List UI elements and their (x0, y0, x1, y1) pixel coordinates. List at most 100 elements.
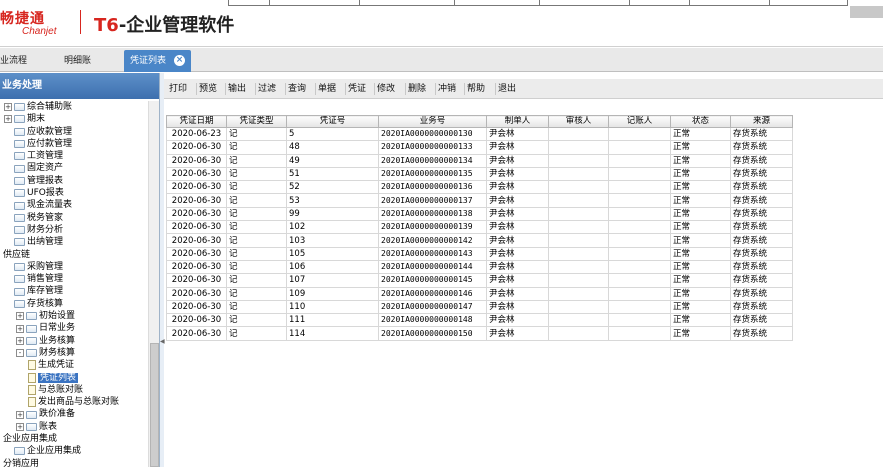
tree-item[interactable]: + 业务核算 (0, 335, 148, 347)
table-cell: 尹会林 (486, 154, 549, 168)
column-header[interactable]: 状态 (670, 115, 731, 128)
table-cell: 2020-06-30 (166, 273, 227, 288)
tree-item[interactable]: 企业应用集成 (0, 433, 148, 445)
pane-splitter[interactable] (160, 73, 164, 467)
scrollbar-thumb[interactable] (150, 343, 159, 467)
expand-icon[interactable]: + (16, 410, 24, 419)
expand-icon[interactable]: + (4, 115, 12, 124)
collapse-arrow-icon[interactable]: ◀ (160, 338, 165, 346)
toolbar-button[interactable]: 查询 (288, 82, 306, 96)
tab-detail-ledger[interactable]: 明细账 (64, 50, 91, 72)
table-row[interactable]: 2020-06-30 记 106 2020IA0000000000144 尹会林 正常 存货… (166, 260, 793, 275)
table-cell: 尹会林 (486, 140, 549, 155)
tree-item[interactable]: + 账表 (0, 421, 148, 433)
table-cell (608, 273, 671, 288)
collapse-icon[interactable]: - (16, 349, 24, 358)
tree-item[interactable]: 库存管理 (0, 285, 148, 297)
toolbar-button[interactable]: 冲销 (438, 82, 456, 96)
tree-item[interactable]: 存货核算 (0, 298, 148, 310)
table-row[interactable]: 2020-06-30 记 53 2020IA0000000000137 尹会林 正常 存货系… (166, 193, 793, 208)
tab-voucher-list[interactable]: 凭证列表 × (124, 50, 192, 72)
expand-icon[interactable]: + (4, 103, 12, 112)
toolbar-button[interactable]: 过滤 (258, 82, 276, 96)
tree-item[interactable]: 销售管理 (0, 273, 148, 285)
table-row[interactable]: 2020-06-30 记 111 2020IA0000000000148 尹会林 正常 存货… (166, 313, 793, 328)
table-cell: 2020IA0000000000150 (378, 326, 487, 341)
table-row[interactable]: 2020-06-30 记 107 2020IA0000000000145 尹会林 正常 存货… (166, 273, 793, 288)
close-icon[interactable]: × (174, 55, 186, 66)
tree-item[interactable]: 分销应用 (0, 458, 148, 467)
column-header[interactable]: 制单人 (486, 115, 549, 128)
tree-item[interactable]: 固定资产 (0, 162, 148, 174)
tree-item-label: 跌价准备 (39, 409, 76, 420)
table-cell: 记 (226, 220, 287, 235)
tree-item[interactable]: 企业应用集成 (0, 445, 148, 457)
tree-item[interactable]: 发出商品与总账对账 (0, 396, 148, 408)
column-header[interactable]: 记账人 (608, 115, 671, 128)
tree-item[interactable]: 与总账对账 (0, 384, 148, 396)
tree-item[interactable]: + 综合辅助账 (0, 101, 148, 113)
app-title-rest: -企业管理软件 (118, 15, 235, 36)
tree-item[interactable]: 工资管理 (0, 150, 148, 162)
table-row[interactable]: 2020-06-30 记 49 2020IA0000000000134 尹会林 正常 存货系… (166, 154, 793, 168)
table-row[interactable]: 2020-06-23 记 5 2020IA0000000000130 尹会林 正常 存货系统 (166, 127, 793, 142)
column-header[interactable]: 审核人 (548, 115, 609, 128)
tree-item[interactable]: 供应链 (0, 249, 148, 261)
tree-item[interactable]: UFO报表 (0, 187, 148, 199)
expand-icon[interactable]: + (16, 324, 24, 333)
toolbar-button[interactable]: 预览 (199, 82, 217, 96)
table-row[interactable]: 2020-06-30 记 52 2020IA0000000000136 尹会林 正常 存货系… (166, 180, 793, 195)
toolbar-button[interactable]: 凭证 (348, 82, 366, 96)
table-cell: 记 (226, 260, 287, 275)
sidebar-scrollbar[interactable] (148, 101, 159, 467)
column-header[interactable]: 来源 (730, 115, 793, 128)
tree-item[interactable]: 财务分析 (0, 224, 148, 236)
tree-item[interactable]: + 初始设置 (0, 310, 148, 322)
tree-item[interactable]: 税务管家 (0, 212, 148, 224)
tree-item[interactable]: + 日常业务 (0, 322, 148, 334)
toolbar-button[interactable]: 退出 (498, 82, 516, 96)
table-row[interactable]: 2020-06-30 记 105 2020IA0000000000143 尹会林 正常 存货… (166, 247, 793, 261)
toolbar-button[interactable]: 删除 (408, 82, 426, 96)
column-header[interactable]: 凭证号 (286, 115, 379, 128)
table-row[interactable]: 2020-06-30 记 48 2020IA0000000000133 尹会林 正常 存货系… (166, 140, 793, 155)
table-row[interactable]: 2020-06-30 记 109 2020IA0000000000146 尹会林 正常 存货… (166, 287, 793, 301)
tree-item[interactable]: - 财务核算 (0, 347, 148, 359)
column-header[interactable]: 凭证类型 (226, 115, 287, 128)
folder-icon (14, 238, 25, 247)
toolbar-button[interactable]: 单据 (318, 82, 336, 96)
table-row[interactable]: 2020-06-30 记 99 2020IA0000000000138 尹会林 正常 存货系… (166, 207, 793, 222)
tree-item[interactable]: 出纳管理 (0, 236, 148, 248)
table-cell: 尹会林 (486, 167, 549, 182)
tree-item[interactable]: 采购管理 (0, 261, 148, 273)
table-row[interactable]: 2020-06-30 记 103 2020IA0000000000142 尹会林 正常 存货… (166, 233, 793, 248)
table-row[interactable]: 2020-06-30 记 51 2020IA0000000000135 尹会林 正常 存货系… (166, 167, 793, 182)
column-header[interactable]: 凭证日期 (166, 115, 227, 128)
table-cell (548, 273, 609, 288)
tab-label: 明细账 (64, 56, 92, 66)
tab-workflow[interactable]: 业流程 (0, 50, 27, 72)
tree-item[interactable]: 管理报表 (0, 175, 148, 187)
tree-item[interactable]: 应收款管理 (0, 126, 148, 138)
toolbar-button[interactable]: 打印 (169, 82, 187, 96)
toolbar-separator (495, 83, 496, 95)
table-row[interactable]: 2020-06-30 记 110 2020IA0000000000147 尹会林 正常 存货… (166, 300, 793, 315)
tree-item[interactable]: 现金流量表 (0, 199, 148, 211)
expand-icon[interactable]: + (16, 336, 24, 345)
column-header[interactable]: 业务号 (378, 115, 487, 128)
table-cell: 存货系统 (730, 193, 793, 208)
toolbar-button[interactable]: 帮助 (467, 82, 485, 96)
table-row[interactable]: 2020-06-30 记 114 2020IA0000000000150 尹会林 正常 存货… (166, 326, 793, 341)
tree-item-selected[interactable]: 凭证列表 (0, 372, 148, 384)
toolbar-button[interactable]: 修改 (377, 82, 395, 96)
tree-item[interactable]: + 跌价准备 (0, 408, 148, 420)
table-row[interactable]: 2020-06-30 记 102 2020IA0000000000139 尹会林 正常 存货… (166, 220, 793, 235)
tree-item[interactable]: 应付款管理 (0, 138, 148, 150)
toolbar-button[interactable]: 输出 (228, 82, 246, 96)
tree-item-label: 应付款管理 (27, 138, 73, 149)
expand-icon[interactable]: + (16, 422, 24, 431)
table-cell: 2020IA0000000000130 (378, 127, 487, 142)
tree-item[interactable]: 生成凭证 (0, 359, 148, 371)
expand-icon[interactable]: + (16, 312, 24, 321)
tree-item[interactable]: + 期末 (0, 113, 148, 125)
